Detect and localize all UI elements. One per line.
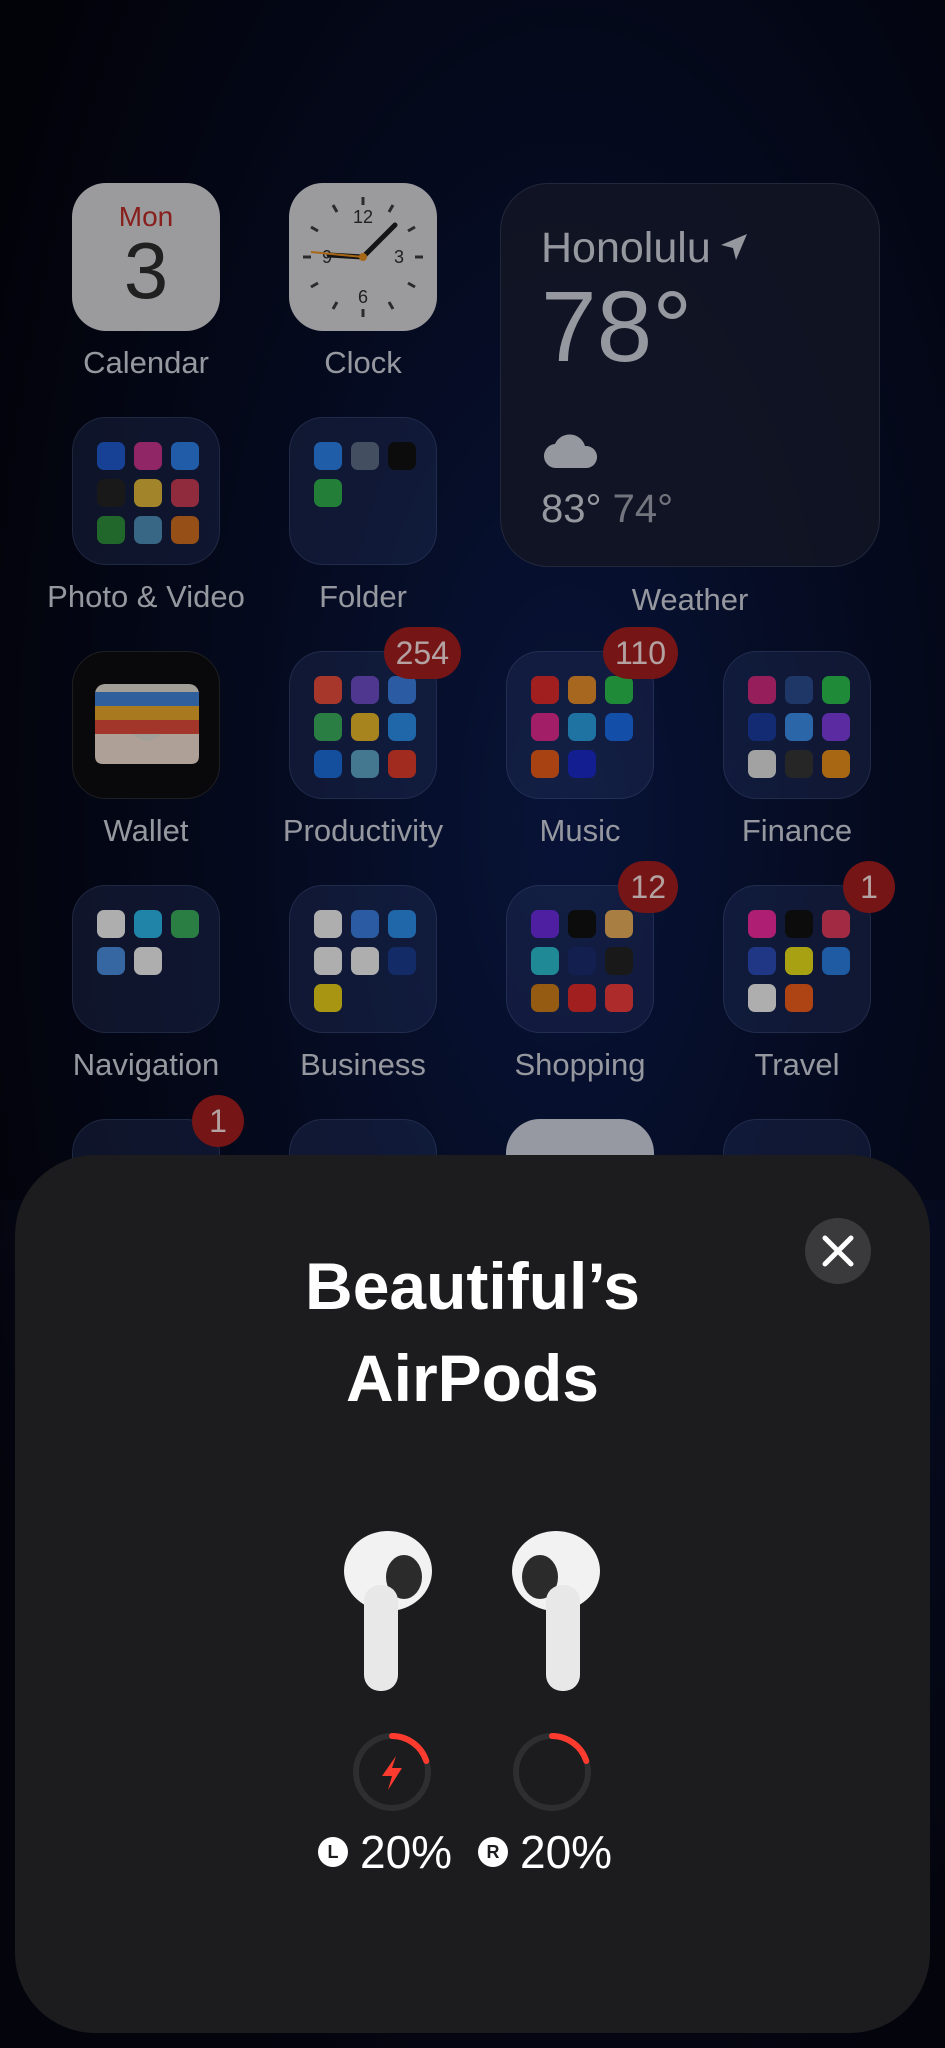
calendar-app[interactable]: Mon 3 Calendar (72, 183, 220, 380)
weather-city-row: Honolulu (541, 224, 839, 273)
photo-video-folder[interactable]: Photo & Video (47, 417, 245, 614)
clock-number-12: 12 (353, 207, 373, 227)
right-battery-percent: 20% (520, 1826, 613, 1878)
clock-label: Clock (324, 345, 402, 380)
wallet-label: Wallet (103, 813, 189, 848)
charging-bolt-icon (382, 1756, 402, 1790)
weather-high-low: 83° 74° (541, 487, 673, 532)
photo-video-label: Photo & Video (47, 579, 245, 614)
calendar-day: 3 (123, 226, 169, 315)
weather-high: 83° (541, 487, 602, 531)
sheet-title-line2: AirPods (345, 1341, 600, 1415)
right-battery-status: R 20% (478, 1825, 612, 1879)
travel-label: Travel (754, 1047, 840, 1082)
folder-grid (723, 885, 871, 1033)
right-airpod-image (502, 1525, 602, 1700)
left-side-badge: L (318, 1837, 348, 1867)
folder-grid (289, 417, 437, 565)
notification-badge: 12 (618, 861, 678, 913)
finance-folder[interactable]: Finance (723, 651, 871, 848)
calendar-icon: Mon 3 (72, 183, 220, 331)
navigation-folder[interactable]: Navigation (72, 885, 220, 1082)
clock-number-3: 3 (394, 247, 404, 267)
close-icon (822, 1235, 854, 1267)
sheet-title-line1: Beautiful’s (305, 1249, 640, 1323)
sheet-title: Beautiful’s AirPods (150, 1240, 795, 1424)
finance-label: Finance (741, 813, 853, 848)
shopping-label: Shopping (514, 1047, 646, 1082)
business-folder[interactable]: Business (289, 885, 437, 1082)
music-folder[interactable]: 110 Music (506, 627, 678, 848)
weather-low: 74° (612, 487, 674, 531)
productivity-folder[interactable]: 254 Productivity (283, 627, 461, 848)
wallet-icon (72, 651, 220, 799)
notification-badge: 1 (843, 861, 895, 913)
clock-app[interactable]: 12 3 6 9 Clock (289, 183, 437, 380)
clock-number-6: 6 (358, 287, 368, 307)
folder-label: Folder (319, 579, 407, 614)
close-button[interactable] (805, 1218, 871, 1284)
left-airpod-image (342, 1525, 442, 1700)
calendar-label: Calendar (83, 345, 209, 380)
left-battery-percent: 20% (360, 1826, 453, 1878)
shopping-folder[interactable]: 12 Shopping (506, 861, 678, 1082)
folder-grid (723, 651, 871, 799)
business-label: Business (300, 1047, 426, 1082)
weather-city: Honolulu (541, 224, 711, 272)
weather-temperature: 78° (541, 271, 693, 383)
travel-folder[interactable]: 1 Travel (723, 861, 895, 1082)
weather-widget[interactable]: Honolulu 78° 83° 74° (500, 183, 880, 567)
folder-grid (72, 885, 220, 1033)
folder[interactable]: Folder (289, 417, 437, 614)
productivity-label: Productivity (282, 813, 444, 848)
home-screen: Mon 3 Calendar 12 3 6 9 Clock Honolulu 7… (0, 0, 945, 1267)
notification-badge: 254 (383, 627, 461, 679)
notification-badge: 110 (602, 627, 678, 679)
folder-grid (72, 417, 220, 565)
left-battery-status: L 20% (318, 1825, 452, 1879)
wallet-app[interactable]: Wallet (72, 651, 220, 848)
navigation-label: Navigation (72, 1047, 220, 1082)
left-battery-ring (350, 1730, 434, 1819)
right-side-badge: R (478, 1837, 508, 1867)
clock-icon: 12 3 6 9 (289, 183, 437, 331)
location-arrow-icon (719, 224, 749, 273)
music-label: Music (539, 813, 621, 848)
folder-grid (289, 885, 437, 1033)
notification-badge: 1 (192, 1095, 244, 1147)
weather-label: Weather (631, 582, 749, 617)
right-battery-ring (510, 1730, 594, 1819)
cloud-icon (543, 434, 599, 475)
